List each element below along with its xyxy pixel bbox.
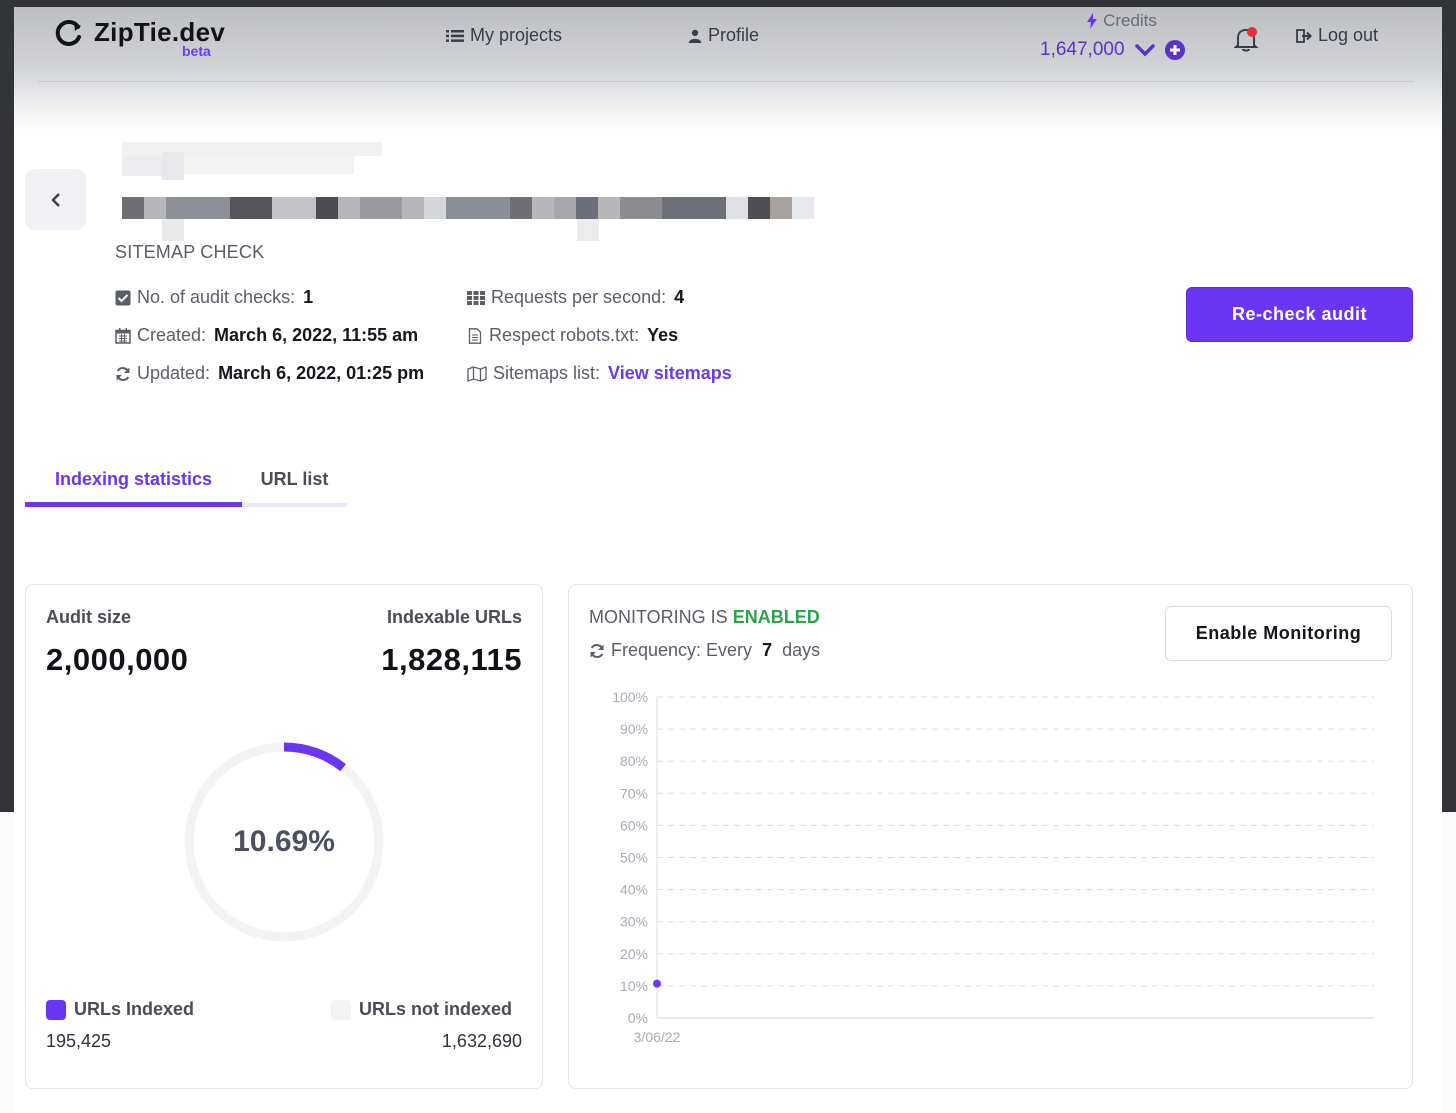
frequency-suffix: days [782, 640, 821, 660]
rps-value: 4 [674, 287, 685, 307]
audit-size-value: 2,000,000 [46, 642, 189, 677]
logout-button[interactable]: Log out [1296, 25, 1378, 46]
y-tick-label: 80% [620, 753, 648, 769]
top-navbar: ZipTie.dev beta My projects Profile Cred… [14, 7, 1442, 132]
legend-indexed-label: URLs Indexed [74, 999, 195, 1019]
audit-checks-info: No. of audit checks: 1 [115, 287, 313, 308]
y-tick-label: 0% [628, 1010, 648, 1026]
notification-bell-icon[interactable] [1232, 25, 1260, 53]
credits-label: Credits [1103, 11, 1157, 30]
check-square-icon [115, 290, 131, 305]
y-tick-label: 70% [620, 785, 648, 801]
audit-size-label: Audit size [46, 607, 132, 627]
calendar-icon [115, 327, 131, 344]
y-tick-label: 30% [620, 914, 648, 930]
nav-my-projects-label: My projects [470, 25, 563, 45]
frequency-prefix: Frequency: Every [611, 640, 753, 660]
legend-not-indexed-label: URLs not indexed [358, 999, 512, 1019]
data-point[interactable] [653, 979, 661, 988]
indexed-count: 195,425 [46, 1031, 112, 1051]
legend-indexed-swatch [46, 999, 66, 1020]
updated-value: March 6, 2022, 01:25 pm [218, 363, 425, 383]
robots-value: Yes [647, 325, 679, 345]
tab-indexing-statistics[interactable]: Indexing statistics [25, 454, 242, 504]
refresh-icon [590, 643, 604, 658]
indexed-percent: 10.69% [233, 825, 335, 858]
header-divider [38, 81, 1414, 82]
robots-label: Respect robots.txt: [489, 325, 640, 345]
updated-label: Updated: [137, 363, 211, 383]
audit-type: SITEMAP CHECK [115, 242, 265, 262]
back-button[interactable] [25, 169, 86, 230]
chevron-left-icon [50, 192, 60, 207]
bolt-icon [1087, 13, 1098, 29]
y-tick-label: 100% [612, 689, 648, 705]
sitemaps-info: Sitemaps list: View sitemaps [467, 363, 732, 384]
legend-not-indexed-swatch [330, 999, 351, 1020]
y-tick-label: 50% [620, 850, 648, 866]
chevron-down-icon[interactable] [1134, 43, 1155, 57]
user-icon [688, 29, 702, 43]
page: ZipTie.dev beta My projects Profile Cred… [14, 7, 1442, 1113]
tab-url-list[interactable]: URL list [242, 454, 347, 504]
legend-indexed: URLs Indexed [46, 999, 194, 1020]
monitoring-line-chart: 0% 10% 20% 30% 40% 50% 60% 70% 80% 90% 100% 3/06/22 [612, 689, 1374, 1045]
enable-monitoring-button[interactable]: Enable Monitoring [1165, 606, 1392, 661]
beta-badge: beta [182, 43, 211, 59]
audit-checks-label: No. of audit checks: [137, 287, 296, 307]
tab-bar: Indexing statistics URL list [25, 454, 347, 508]
monitoring-status-prefix: MONITORING IS [589, 607, 728, 627]
sign-out-icon [1296, 28, 1312, 43]
refresh-icon [116, 366, 130, 381]
indexable-urls-value: 1,828,115 [381, 642, 522, 677]
legend-not-indexed: URLs not indexed [330, 999, 512, 1020]
logout-label: Log out [1318, 25, 1379, 45]
created-value: March 6, 2022, 11:55 am [214, 325, 419, 345]
updated-info: Updated: March 6, 2022, 01:25 pm [115, 363, 424, 384]
sitemaps-label: Sitemaps list: [493, 363, 601, 383]
credits-widget: Credits 1,647,000 [1040, 11, 1190, 61]
add-credits-icon[interactable] [1164, 40, 1185, 60]
nav-profile-label: Profile [708, 25, 760, 45]
frequency-value: 7 [762, 640, 773, 660]
y-tick-label: 60% [620, 817, 648, 833]
map-icon [467, 365, 487, 382]
x-tick-label: 3/06/22 [634, 1029, 681, 1045]
created-info: Created: March 6, 2022, 11:55 am [115, 325, 418, 346]
file-text-icon [468, 327, 482, 344]
monitoring-status: MONITORING IS ENABLED [589, 607, 820, 628]
not-indexed-count: 1,632,690 [441, 1031, 522, 1051]
nav-my-projects[interactable]: My projects [446, 25, 562, 46]
indexing-stats-card: Audit size 2,000,000 Indexable URLs 1,82… [25, 584, 543, 1089]
indexable-urls-label: Indexable URLs [386, 607, 522, 627]
view-sitemaps-link[interactable]: View sitemaps [608, 363, 732, 384]
logo-icon [55, 19, 81, 46]
created-label: Created: [137, 325, 207, 345]
rps-info: Requests per second: 4 [467, 287, 684, 308]
y-tick-label: 90% [620, 721, 648, 737]
monitoring-status-value: ENABLED [732, 607, 820, 627]
audit-checks-value: 1 [303, 287, 314, 307]
monitoring-card: MONITORING IS ENABLED Frequency: Every 7… [568, 584, 1413, 1089]
robots-info: Respect robots.txt: Yes [467, 325, 678, 346]
rps-label: Requests per second: [491, 287, 667, 307]
project-title-redacted [122, 134, 822, 242]
y-tick-label: 40% [620, 882, 648, 898]
y-tick-label: 20% [620, 946, 648, 962]
grid-icon [467, 290, 485, 305]
credits-value: 1,647,000 [1040, 39, 1125, 60]
monitoring-frequency: Frequency: Every 7 days [589, 640, 820, 661]
recheck-audit-button[interactable]: Re-check audit [1186, 287, 1413, 342]
nav-profile[interactable]: Profile [688, 25, 759, 46]
y-tick-label: 10% [620, 978, 648, 994]
list-icon [446, 29, 464, 42]
